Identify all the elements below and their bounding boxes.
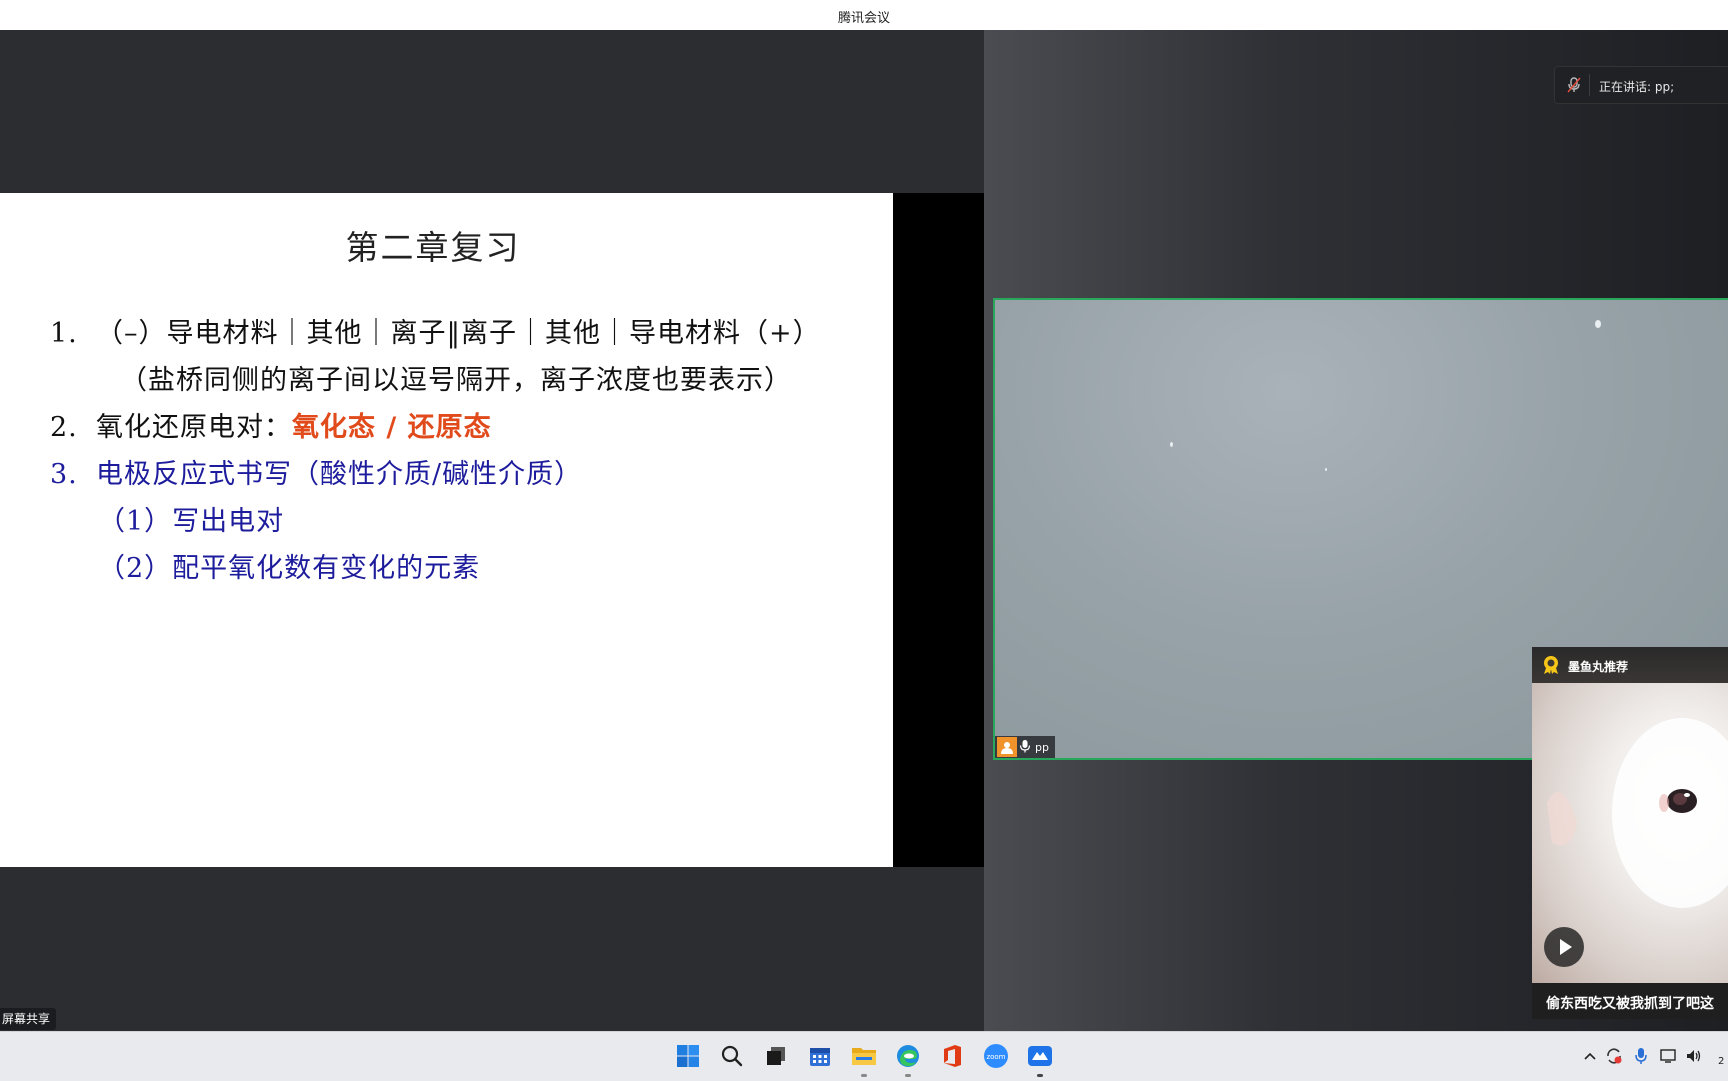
video-speck bbox=[1325, 468, 1327, 471]
zoom-icon[interactable]: zoom bbox=[982, 1042, 1010, 1070]
slide-line-2: （盐桥同侧的离子间以逗号隔开，离子浓度也要表示） bbox=[120, 358, 792, 397]
screen-share-label: 屏幕共享 bbox=[0, 1008, 57, 1030]
running-indicator bbox=[1037, 1074, 1043, 1077]
slide-letterbox bbox=[893, 193, 984, 867]
sync-icon[interactable] bbox=[1604, 1046, 1624, 1066]
window-titlebar: 腾讯会议 bbox=[0, 0, 1728, 31]
mic-muted-icon bbox=[1567, 77, 1581, 93]
volume-icon[interactable] bbox=[1684, 1046, 1704, 1066]
participant-name-tag: pp bbox=[995, 736, 1055, 758]
slide-line-text: 氧化还原电对： bbox=[96, 412, 292, 443]
slide-line-number: 3. bbox=[50, 459, 78, 490]
window-title: 腾讯会议 bbox=[837, 11, 890, 26]
avatar-icon bbox=[997, 737, 1017, 757]
zoom-icon-label: zoom bbox=[986, 1053, 1005, 1061]
slide-line-6: （2）配平氧化数有变化的元素 bbox=[98, 546, 480, 585]
edge-icon[interactable] bbox=[894, 1042, 922, 1070]
office-icon[interactable] bbox=[938, 1042, 966, 1070]
participant-name: pp bbox=[1035, 740, 1049, 754]
slide-line-text: 电极反应式书写（酸性介质/碱性介质） bbox=[96, 459, 583, 490]
search-icon[interactable] bbox=[718, 1042, 746, 1070]
task-view-icon[interactable] bbox=[762, 1042, 790, 1070]
slide-line-1: 1. （–）导电材料｜其他｜离子‖离子｜其他｜导电材料（+） bbox=[50, 311, 821, 350]
promo-header: 墨鱼丸推荐 bbox=[1532, 647, 1728, 683]
slide-line-number: 2. bbox=[50, 412, 78, 443]
windows-start-icon[interactable] bbox=[674, 1042, 702, 1070]
speaking-indicator: 正在讲话: pp; bbox=[1554, 66, 1728, 104]
promo-caption[interactable]: 偷东西吃又被我抓到了吧这 bbox=[1532, 983, 1728, 1019]
taskbar: zoom 2 bbox=[0, 1031, 1728, 1081]
divider bbox=[1589, 74, 1590, 96]
file-explorer-icon[interactable] bbox=[850, 1042, 878, 1070]
mic-icon bbox=[1019, 738, 1031, 757]
slide-line-text: （1）写出电对 bbox=[98, 506, 285, 537]
slide-line-3: 2. 氧化还原电对：氧化态 / 还原态 bbox=[50, 405, 492, 444]
network-icon[interactable] bbox=[1658, 1046, 1678, 1066]
video-speck bbox=[1595, 320, 1601, 328]
play-icon[interactable] bbox=[1544, 927, 1584, 967]
running-indicator bbox=[861, 1074, 867, 1077]
video-speck bbox=[1170, 442, 1173, 447]
microphone-icon[interactable] bbox=[1631, 1046, 1651, 1066]
award-badge-icon bbox=[1541, 655, 1561, 675]
speaking-text: 正在讲话: pp; bbox=[1599, 80, 1675, 94]
slide-line-text: （盐桥同侧的离子间以逗号隔开，离子浓度也要表示） bbox=[120, 365, 792, 396]
presentation-slide: 第二章复习 1. （–）导电材料｜其他｜离子‖离子｜其他｜导电材料（+） （盐桥同… bbox=[0, 193, 893, 867]
promo-caption-text: 偷东西吃又被我抓到了吧这 bbox=[1546, 996, 1714, 1012]
chevron-up-icon[interactable] bbox=[1580, 1046, 1600, 1066]
slide-title: 第二章复习 bbox=[345, 228, 521, 267]
slide-highlight-text: 氧化态 / 还原态 bbox=[292, 412, 492, 443]
slide-line-4: 3. 电极反应式书写（酸性介质/碱性介质） bbox=[50, 452, 582, 491]
tencent-meeting-icon[interactable] bbox=[1026, 1042, 1054, 1070]
slide-line-5: （1）写出电对 bbox=[98, 499, 284, 538]
promo-header-text: 墨鱼丸推荐 bbox=[1568, 660, 1629, 674]
slide-line-text: （–）导电材料｜其他｜离子‖离子｜其他｜导电材料（+） bbox=[96, 318, 821, 349]
recommendation-popup[interactable]: 墨鱼丸推荐 偷东西吃又被我抓到了吧这 bbox=[1532, 647, 1728, 1019]
running-indicator bbox=[905, 1074, 911, 1077]
slide-line-number: 1. bbox=[50, 318, 78, 349]
slide-line-text: （2）配平氧化数有变化的元素 bbox=[98, 553, 481, 584]
calendar-icon[interactable] bbox=[806, 1042, 834, 1070]
clock-partial: 2 bbox=[1718, 1056, 1725, 1067]
